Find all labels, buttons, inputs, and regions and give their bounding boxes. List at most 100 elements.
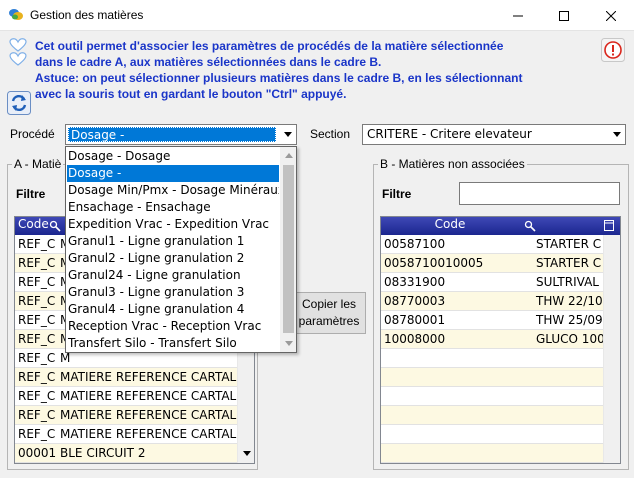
info-line: dans le cadre A, aux matières sélectionn… xyxy=(35,55,382,69)
table-row[interactable]: 00003BOVI-VO G xyxy=(15,463,239,464)
cell-name xyxy=(533,387,605,405)
dropdown-option[interactable]: Granul24 - Ligne granulation xyxy=(67,267,279,284)
table-row[interactable] xyxy=(381,444,605,463)
minimize-icon xyxy=(513,15,523,16)
cell-code: 0058710010005 xyxy=(384,256,484,270)
cell-name: MATIERE REFERENCE CARTAL xyxy=(60,427,237,441)
table-row[interactable] xyxy=(381,368,605,387)
cell-code: 10008000 xyxy=(384,332,446,346)
table-row[interactable]: 10008000 GLUCO 100 xyxy=(381,330,605,349)
search-icon[interactable] xyxy=(524,220,536,232)
dropdown-option[interactable]: Dosage - xyxy=(67,165,279,182)
table-row[interactable]: REF_C MATIERE REFERENCE CARTAL xyxy=(15,425,239,444)
panel-a-title: A - Matiè xyxy=(12,157,64,171)
table-row[interactable] xyxy=(381,349,605,368)
procede-combobox[interactable]: Dosage - xyxy=(65,124,297,145)
cell-code: REF_C xyxy=(18,256,56,270)
cell-code xyxy=(381,425,533,443)
table-row[interactable] xyxy=(381,387,605,406)
dropdown-scrollbar[interactable] xyxy=(280,147,296,352)
table-row[interactable]: 00001 BLE CIRCUIT 2 xyxy=(15,444,239,463)
dropdown-option[interactable]: Granul2 - Ligne granulation 2 xyxy=(67,250,279,267)
cell-name: STARTER C xyxy=(536,237,602,251)
table-row[interactable]: REF_C MATIERE REFERENCE CARTAL xyxy=(15,387,239,406)
chevron-down-icon[interactable] xyxy=(608,125,625,144)
procede-label: Procédé xyxy=(10,127,55,141)
window-title: Gestion des matières xyxy=(30,8,144,22)
panel-b-title: B - Matières non associées xyxy=(378,157,527,171)
cell-name: GLUCO 100 xyxy=(536,332,605,346)
close-button[interactable] xyxy=(588,0,634,31)
panel-b-table[interactable]: Code 00587100 STARTER C 0058710010005 START… xyxy=(380,216,621,464)
cell-name: THW 22/10 xyxy=(536,294,603,308)
chevron-down-icon[interactable] xyxy=(279,125,296,144)
dropdown-option[interactable]: Transfert Silo - Transfert Silo xyxy=(67,335,279,352)
table-row[interactable]: REF_C MATIERE REFERENCE CARTAL xyxy=(15,368,239,387)
cell-name xyxy=(533,368,605,386)
cell-name: SULTRIVAL xyxy=(536,275,599,289)
dropdown-option[interactable]: Ensachage - Ensachage xyxy=(67,199,279,216)
scrollbar-thumb[interactable] xyxy=(283,165,294,333)
copy-parameters-button[interactable]: Copier les paramètres xyxy=(292,292,366,334)
cell-code: REF_C xyxy=(18,351,56,365)
dropdown-option[interactable]: Granul4 - Ligne granulation 4 xyxy=(67,301,279,318)
section-value: CRITERE - Critere elevateur xyxy=(367,127,532,141)
cell-name xyxy=(533,349,605,367)
cell-name: THW 25/09 xyxy=(536,313,603,327)
cell-code: REF_C xyxy=(18,237,56,251)
cell-code: REF_C xyxy=(18,370,56,384)
table-row[interactable]: REF_C MATIERE REFERENCE CARTAL xyxy=(15,406,239,425)
scroll-down-icon[interactable] xyxy=(280,335,296,352)
cell-code: 00001 xyxy=(18,446,57,460)
table-row[interactable] xyxy=(381,406,605,425)
dropdown-option[interactable]: Reception Vrac - Reception Vrac xyxy=(67,318,279,335)
section-combobox[interactable]: CRITERE - Critere elevateur xyxy=(362,124,626,145)
copy-button-line: paramètres xyxy=(298,314,360,328)
refresh-icon[interactable] xyxy=(7,91,31,115)
alert-icon[interactable] xyxy=(601,38,625,62)
maximize-button[interactable] xyxy=(541,0,587,31)
minimize-button[interactable] xyxy=(495,0,541,31)
cell-name: BOVI-VO G xyxy=(57,463,239,464)
procede-dropdown-list[interactable]: Dosage - Dosage Dosage - Dosage Min/Pmx - … xyxy=(65,146,297,353)
cell-code: 08331900 xyxy=(384,275,446,289)
table-row[interactable]: 00587100 STARTER C xyxy=(381,235,605,254)
cell-name: MATIERE REFERENCE CARTAL xyxy=(60,408,237,422)
cell-code: REF_C xyxy=(18,389,56,403)
info-line: Cet outil permet d'associer les paramètr… xyxy=(35,39,504,53)
copy-button-line: Copier les xyxy=(301,297,357,311)
procede-value: Dosage - xyxy=(68,127,276,142)
cell-code xyxy=(381,349,533,367)
title-bar: Gestion des matières xyxy=(0,0,634,31)
column-chooser-icon[interactable] xyxy=(603,219,615,232)
cell-code xyxy=(381,368,533,386)
table-row[interactable]: 08770003 THW 22/10 xyxy=(381,292,605,311)
dropdown-option[interactable]: Dosage - Dosage xyxy=(67,148,279,165)
search-icon[interactable] xyxy=(49,220,61,232)
table-row[interactable] xyxy=(381,425,605,444)
vertical-scrollbar[interactable] xyxy=(603,235,620,463)
table-row[interactable]: 08331900 SULTRIVAL xyxy=(381,273,605,292)
cell-name: MATIERE REFERENCE CARTAL xyxy=(60,389,237,403)
dropdown-option[interactable]: Granul3 - Ligne granulation 3 xyxy=(67,284,279,301)
dropdown-option[interactable]: Dosage Min/Pmx - Dosage Minéraux xyxy=(67,182,279,199)
maximize-icon xyxy=(559,10,569,21)
panel-b-filter-input[interactable] xyxy=(459,182,620,205)
scroll-down-icon[interactable] xyxy=(238,445,254,462)
cell-code: REF_C xyxy=(18,408,56,422)
dropdown-option[interactable]: Granul1 - Ligne granulation 1 xyxy=(67,233,279,250)
scroll-up-icon[interactable] xyxy=(280,147,296,164)
info-line: Astuce: on peut sélectionner plusieurs m… xyxy=(35,71,523,85)
table-row[interactable]: 08780001 THW 25/09 xyxy=(381,311,605,330)
cell-name: STARTER C xyxy=(536,256,602,270)
panel-a-filter-label: Filtre xyxy=(16,187,46,201)
column-header-code[interactable]: Code xyxy=(381,217,516,235)
dropdown-option[interactable]: Expedition Vrac - Expedition Vrac xyxy=(67,216,279,233)
hearts-logo-icon xyxy=(9,38,27,66)
cell-code: 00003 xyxy=(15,463,57,464)
table-row[interactable]: 0058710010005 STARTER C xyxy=(381,254,605,273)
info-line: avec la souris tout en gardant le bouton… xyxy=(35,87,347,101)
info-message: Cet outil permet d'associer les paramètr… xyxy=(35,38,625,102)
cell-code xyxy=(381,444,533,462)
panel-b-filter-label: Filtre xyxy=(382,187,412,201)
